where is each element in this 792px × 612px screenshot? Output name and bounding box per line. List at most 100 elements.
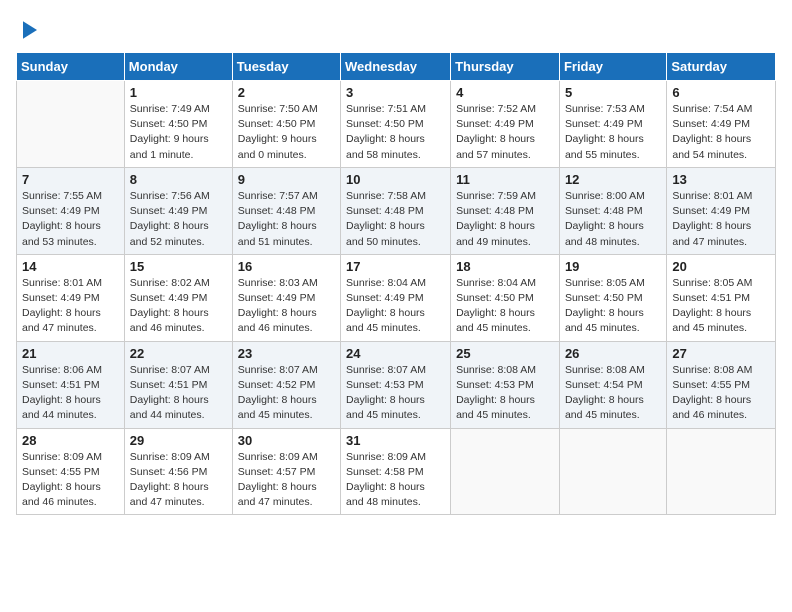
day-info: Sunrise: 7:54 AMSunset: 4:49 PMDaylight:… <box>672 102 770 163</box>
calendar-cell <box>451 428 560 515</box>
day-info: Sunrise: 7:56 AMSunset: 4:49 PMDaylight:… <box>130 189 227 250</box>
calendar-cell: 8 Sunrise: 7:56 AMSunset: 4:49 PMDaylight… <box>124 167 232 254</box>
day-number: 23 <box>238 346 335 361</box>
day-info: Sunrise: 8:07 AMSunset: 4:51 PMDaylight:… <box>130 363 227 424</box>
calendar-cell: 20Sunrise: 8:05 AMSunset: 4:51 PMDayligh… <box>667 254 776 341</box>
calendar-cell: 16 Sunrise: 8:03 AMSunset: 4:49 PMDayligh… <box>232 254 340 341</box>
calendar-cell: 27 Sunrise: 8:08 AMSunset: 4:55 PMDayligh… <box>667 341 776 428</box>
calendar-cell: 29Sunrise: 8:09 AMSunset: 4:56 PMDayligh… <box>124 428 232 515</box>
day-info: Sunrise: 8:05 AMSunset: 4:51 PMDaylight:… <box>672 276 770 337</box>
day-number: 24 <box>346 346 445 361</box>
day-number: 7 <box>22 172 119 187</box>
day-number: 17 <box>346 259 445 274</box>
calendar-cell: 6 Sunrise: 7:54 AMSunset: 4:49 PMDaylight… <box>667 81 776 168</box>
calendar-cell: 24 Sunrise: 8:07 AMSunset: 4:53 PMDayligh… <box>341 341 451 428</box>
calendar-cell <box>667 428 776 515</box>
page-header <box>16 16 776 44</box>
day-info: Sunrise: 8:08 AMSunset: 4:53 PMDaylight:… <box>456 363 554 424</box>
calendar-cell: 11 Sunrise: 7:59 AMSunset: 4:48 PMDayligh… <box>451 167 560 254</box>
day-number: 22 <box>130 346 227 361</box>
day-number: 31 <box>346 433 445 448</box>
day-info: Sunrise: 8:09 AMSunset: 4:57 PMDaylight:… <box>238 450 335 511</box>
day-of-week-header: Saturday <box>667 53 776 81</box>
calendar-cell: 13 Sunrise: 8:01 AMSunset: 4:49 PMDayligh… <box>667 167 776 254</box>
day-of-week-header: Monday <box>124 53 232 81</box>
calendar-cell: 12 Sunrise: 8:00 AMSunset: 4:48 PMDayligh… <box>559 167 666 254</box>
day-info: Sunrise: 8:03 AMSunset: 4:49 PMDaylight:… <box>238 276 335 337</box>
day-number: 11 <box>456 172 554 187</box>
day-number: 30 <box>238 433 335 448</box>
day-info: Sunrise: 8:04 AMSunset: 4:49 PMDaylight:… <box>346 276 445 337</box>
calendar-cell: 18 Sunrise: 8:04 AMSunset: 4:50 PMDayligh… <box>451 254 560 341</box>
calendar-cell: 2 Sunrise: 7:50 AMSunset: 4:50 PMDaylight… <box>232 81 340 168</box>
day-info: Sunrise: 7:52 AMSunset: 4:49 PMDaylight:… <box>456 102 554 163</box>
day-number: 21 <box>22 346 119 361</box>
day-number: 14 <box>22 259 119 274</box>
day-info: Sunrise: 8:08 AMSunset: 4:54 PMDaylight:… <box>565 363 661 424</box>
day-info: Sunrise: 8:02 AMSunset: 4:49 PMDaylight:… <box>130 276 227 337</box>
calendar-cell: 9 Sunrise: 7:57 AMSunset: 4:48 PMDaylight… <box>232 167 340 254</box>
day-number: 25 <box>456 346 554 361</box>
day-info: Sunrise: 8:05 AMSunset: 4:50 PMDaylight:… <box>565 276 661 337</box>
day-info: Sunrise: 8:09 AMSunset: 4:55 PMDaylight:… <box>22 450 119 511</box>
day-of-week-header: Friday <box>559 53 666 81</box>
day-of-week-header: Wednesday <box>341 53 451 81</box>
day-info: Sunrise: 7:49 AMSunset: 4:50 PMDaylight:… <box>130 102 227 163</box>
day-info: Sunrise: 8:08 AMSunset: 4:55 PMDaylight:… <box>672 363 770 424</box>
day-info: Sunrise: 7:53 AMSunset: 4:49 PMDaylight:… <box>565 102 661 163</box>
day-number: 2 <box>238 85 335 100</box>
day-number: 27 <box>672 346 770 361</box>
calendar-cell: 15Sunrise: 8:02 AMSunset: 4:49 PMDayligh… <box>124 254 232 341</box>
calendar-cell: 14 Sunrise: 8:01 AMSunset: 4:49 PMDayligh… <box>17 254 125 341</box>
day-info: Sunrise: 8:07 AMSunset: 4:53 PMDaylight:… <box>346 363 445 424</box>
day-info: Sunrise: 7:59 AMSunset: 4:48 PMDaylight:… <box>456 189 554 250</box>
calendar-cell <box>17 81 125 168</box>
day-number: 16 <box>238 259 335 274</box>
calendar-cell: 10 Sunrise: 7:58 AMSunset: 4:48 PMDayligh… <box>341 167 451 254</box>
day-number: 9 <box>238 172 335 187</box>
calendar-cell: 26 Sunrise: 8:08 AMSunset: 4:54 PMDayligh… <box>559 341 666 428</box>
calendar-cell: 19 Sunrise: 8:05 AMSunset: 4:50 PMDayligh… <box>559 254 666 341</box>
day-number: 29 <box>130 433 227 448</box>
calendar-cell: 25 Sunrise: 8:08 AMSunset: 4:53 PMDayligh… <box>451 341 560 428</box>
calendar-cell: 17 Sunrise: 8:04 AMSunset: 4:49 PMDayligh… <box>341 254 451 341</box>
calendar-cell: 30 Sunrise: 8:09 AMSunset: 4:57 PMDayligh… <box>232 428 340 515</box>
calendar-cell: 7 Sunrise: 7:55 AMSunset: 4:49 PMDaylight… <box>17 167 125 254</box>
calendar-cell: 28 Sunrise: 8:09 AMSunset: 4:55 PMDayligh… <box>17 428 125 515</box>
day-number: 1 <box>130 85 227 100</box>
day-info: Sunrise: 8:01 AMSunset: 4:49 PMDaylight:… <box>22 276 119 337</box>
day-number: 13 <box>672 172 770 187</box>
calendar-cell: 23Sunrise: 8:07 AMSunset: 4:52 PMDayligh… <box>232 341 340 428</box>
day-number: 4 <box>456 85 554 100</box>
day-number: 5 <box>565 85 661 100</box>
day-info: Sunrise: 8:06 AMSunset: 4:51 PMDaylight:… <box>22 363 119 424</box>
day-number: 12 <box>565 172 661 187</box>
day-info: Sunrise: 8:01 AMSunset: 4:49 PMDaylight:… <box>672 189 770 250</box>
day-info: Sunrise: 7:55 AMSunset: 4:49 PMDaylight:… <box>22 189 119 250</box>
day-number: 18 <box>456 259 554 274</box>
calendar-cell: 21 Sunrise: 8:06 AMSunset: 4:51 PMDayligh… <box>17 341 125 428</box>
day-number: 3 <box>346 85 445 100</box>
day-info: Sunrise: 7:57 AMSunset: 4:48 PMDaylight:… <box>238 189 335 250</box>
day-of-week-header: Sunday <box>17 53 125 81</box>
logo <box>16 16 48 44</box>
day-number: 10 <box>346 172 445 187</box>
day-number: 28 <box>22 433 119 448</box>
calendar-cell <box>559 428 666 515</box>
calendar-table: SundayMondayTuesdayWednesdayThursdayFrid… <box>16 52 776 515</box>
day-number: 6 <box>672 85 770 100</box>
day-info: Sunrise: 7:58 AMSunset: 4:48 PMDaylight:… <box>346 189 445 250</box>
day-info: Sunrise: 8:04 AMSunset: 4:50 PMDaylight:… <box>456 276 554 337</box>
day-info: Sunrise: 7:50 AMSunset: 4:50 PMDaylight:… <box>238 102 335 163</box>
day-info: Sunrise: 8:09 AMSunset: 4:58 PMDaylight:… <box>346 450 445 511</box>
day-number: 8 <box>130 172 227 187</box>
day-info: Sunrise: 7:51 AMSunset: 4:50 PMDaylight:… <box>346 102 445 163</box>
day-of-week-header: Tuesday <box>232 53 340 81</box>
calendar-cell: 4 Sunrise: 7:52 AMSunset: 4:49 PMDaylight… <box>451 81 560 168</box>
calendar-cell: 3 Sunrise: 7:51 AMSunset: 4:50 PMDaylight… <box>341 81 451 168</box>
day-number: 26 <box>565 346 661 361</box>
calendar-cell: 1 Sunrise: 7:49 AMSunset: 4:50 PMDaylight… <box>124 81 232 168</box>
day-info: Sunrise: 8:00 AMSunset: 4:48 PMDaylight:… <box>565 189 661 250</box>
logo-icon <box>16 16 44 44</box>
day-number: 19 <box>565 259 661 274</box>
